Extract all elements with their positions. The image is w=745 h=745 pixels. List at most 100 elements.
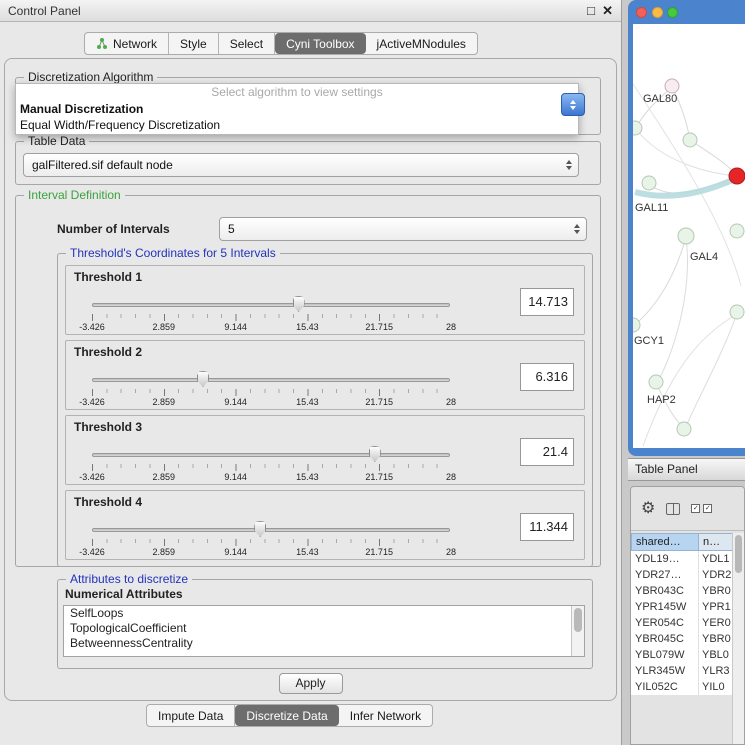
threshold-4-panel: Threshold 4 11.344 -3.426 2.859 9.144 15… bbox=[65, 490, 585, 560]
slider-thumb[interactable] bbox=[254, 521, 266, 537]
group-title: Interval Definition bbox=[24, 188, 125, 202]
slider-track[interactable] bbox=[92, 378, 450, 382]
table-scrollbar[interactable] bbox=[732, 533, 744, 744]
cyni-toolbox-panel: Discretization Algorithm Select algorith… bbox=[4, 58, 617, 701]
tick-label: -3.426 bbox=[79, 472, 105, 482]
table-row[interactable]: YLR345W YLR3 bbox=[631, 663, 734, 679]
tick-label: 21.715 bbox=[365, 547, 393, 557]
network-node[interactable] bbox=[678, 228, 694, 244]
slider-thumb[interactable] bbox=[293, 296, 305, 312]
network-edge bbox=[633, 237, 686, 326]
algorithm-option-equal-width[interactable]: Equal Width/Frequency Discretization bbox=[16, 117, 578, 133]
number-of-intervals-label: Number of Intervals bbox=[57, 217, 170, 241]
tab-discretize-data[interactable]: Discretize Data bbox=[235, 705, 338, 726]
table-row[interactable]: YPR145W YPR1 bbox=[631, 599, 734, 615]
network-node[interactable] bbox=[683, 133, 697, 147]
tab-jactivemnodules[interactable]: jActiveMNodules bbox=[366, 33, 477, 54]
network-node[interactable] bbox=[649, 375, 663, 389]
group-title: Threshold's Coordinates for 5 Intervals bbox=[66, 246, 280, 260]
mac-close-icon[interactable] bbox=[636, 7, 647, 18]
tab-label: Style bbox=[180, 37, 207, 51]
tick-label: 15.43 bbox=[296, 472, 319, 482]
tab-style[interactable]: Style bbox=[169, 33, 219, 54]
tick-label: 28 bbox=[446, 397, 456, 407]
slider-track[interactable] bbox=[92, 303, 450, 307]
combo-value: 5 bbox=[228, 218, 235, 240]
network-edge bbox=[657, 384, 684, 429]
float-window-icon[interactable]: □ bbox=[587, 0, 595, 22]
tick-label: 21.715 bbox=[365, 472, 393, 482]
network-node-selected[interactable] bbox=[729, 168, 745, 184]
tick-label: 2.859 bbox=[153, 397, 176, 407]
tab-label: Select bbox=[230, 37, 263, 51]
network-node[interactable] bbox=[633, 121, 642, 135]
network-canvas[interactable]: GAL80 GAL11 GAL4 GCY1 HAP2 bbox=[633, 24, 745, 448]
threshold-value-field[interactable]: 14.713 bbox=[520, 288, 574, 316]
table-row[interactable]: YBR045C YBR0 bbox=[631, 631, 734, 647]
list-item[interactable]: BetweennessCentrality bbox=[64, 636, 584, 651]
slider-ticks bbox=[92, 314, 451, 321]
mac-minimize-icon[interactable] bbox=[652, 7, 663, 18]
tick-label: -3.426 bbox=[79, 322, 105, 332]
table-row[interactable]: YBL079W YBL0 bbox=[631, 647, 734, 663]
tab-network[interactable]: Network bbox=[85, 33, 169, 54]
network-node[interactable] bbox=[633, 318, 640, 332]
threshold-slider[interactable] bbox=[92, 446, 450, 463]
node-label: GAL80 bbox=[643, 93, 677, 105]
tab-select[interactable]: Select bbox=[219, 33, 275, 54]
close-window-icon[interactable]: ✕ bbox=[602, 0, 613, 22]
algorithm-option-manual[interactable]: Manual Discretization bbox=[16, 101, 578, 117]
table-toolbar: ⚙ ✓ ✓ bbox=[631, 487, 744, 531]
network-node[interactable] bbox=[665, 79, 679, 93]
threshold-value-field[interactable]: 21.4 bbox=[520, 438, 574, 466]
scrollbar-thumb[interactable] bbox=[735, 535, 742, 573]
slider-thumb[interactable] bbox=[369, 446, 381, 462]
threshold-value-field[interactable]: 6.316 bbox=[520, 363, 574, 391]
combo-stepper-icon bbox=[566, 160, 572, 170]
network-edge bbox=[685, 313, 737, 429]
mac-zoom-icon[interactable] bbox=[667, 7, 678, 18]
slider-ticks bbox=[92, 539, 451, 546]
scrollbar-thumb[interactable] bbox=[574, 608, 582, 632]
column-header-shared-name[interactable]: shared… bbox=[631, 533, 699, 551]
tab-impute-data[interactable]: Impute Data bbox=[147, 705, 235, 726]
number-of-intervals-combo[interactable]: 5 bbox=[219, 217, 587, 241]
titlebar: Control Panel □ ✕ bbox=[0, 0, 621, 22]
network-node[interactable] bbox=[677, 422, 691, 436]
threshold-slider[interactable] bbox=[92, 296, 450, 313]
table-data-combo[interactable]: galFiltered.sif default node bbox=[23, 153, 579, 177]
network-node[interactable] bbox=[730, 224, 744, 238]
threshold-slider[interactable] bbox=[92, 371, 450, 388]
select-all-icon[interactable]: ✓ bbox=[691, 504, 700, 513]
slider-ticks bbox=[92, 389, 451, 396]
network-node[interactable] bbox=[642, 176, 656, 190]
tick-label: 9.144 bbox=[224, 397, 247, 407]
select-none-icon[interactable]: ✓ bbox=[703, 504, 712, 513]
tick-label: 21.715 bbox=[365, 397, 393, 407]
slider-thumb[interactable] bbox=[197, 371, 209, 387]
slider-track[interactable] bbox=[92, 453, 450, 457]
apply-button[interactable]: Apply bbox=[279, 673, 343, 694]
tab-infer-network[interactable]: Infer Network bbox=[339, 705, 432, 726]
table-row[interactable]: YDR27… YDR2 bbox=[631, 567, 734, 583]
columns-icon[interactable] bbox=[666, 503, 680, 515]
gear-icon[interactable]: ⚙ bbox=[641, 501, 655, 517]
list-scrollbar[interactable] bbox=[571, 606, 584, 656]
slider-tick-labels: -3.426 2.859 9.144 15.43 21.715 28 bbox=[92, 397, 451, 408]
control-panel-window: Control Panel □ ✕ Network Style Select C… bbox=[0, 0, 622, 745]
table-row[interactable]: YER054C YER0 bbox=[631, 615, 734, 631]
network-node[interactable] bbox=[730, 305, 744, 319]
list-item[interactable]: TopologicalCoefficient bbox=[64, 621, 584, 636]
tab-cyni-toolbox[interactable]: Cyni Toolbox bbox=[275, 33, 365, 54]
threshold-slider[interactable] bbox=[92, 521, 450, 538]
table-row[interactable]: YBR043C YBR0 bbox=[631, 583, 734, 599]
algorithm-combo-stepper-icon[interactable] bbox=[561, 93, 585, 116]
select-checks: ✓ ✓ bbox=[691, 504, 712, 513]
slider-track[interactable] bbox=[92, 528, 450, 532]
tick-label: 15.43 bbox=[296, 547, 319, 557]
table-row[interactable]: YIL052C YIL0 bbox=[631, 679, 734, 695]
list-item[interactable]: SelfLoops bbox=[64, 606, 584, 621]
threshold-value-field[interactable]: 11.344 bbox=[520, 513, 574, 541]
table-row[interactable]: YDL19… YDL1 bbox=[631, 551, 734, 567]
column-header-name[interactable]: n… bbox=[699, 533, 734, 551]
